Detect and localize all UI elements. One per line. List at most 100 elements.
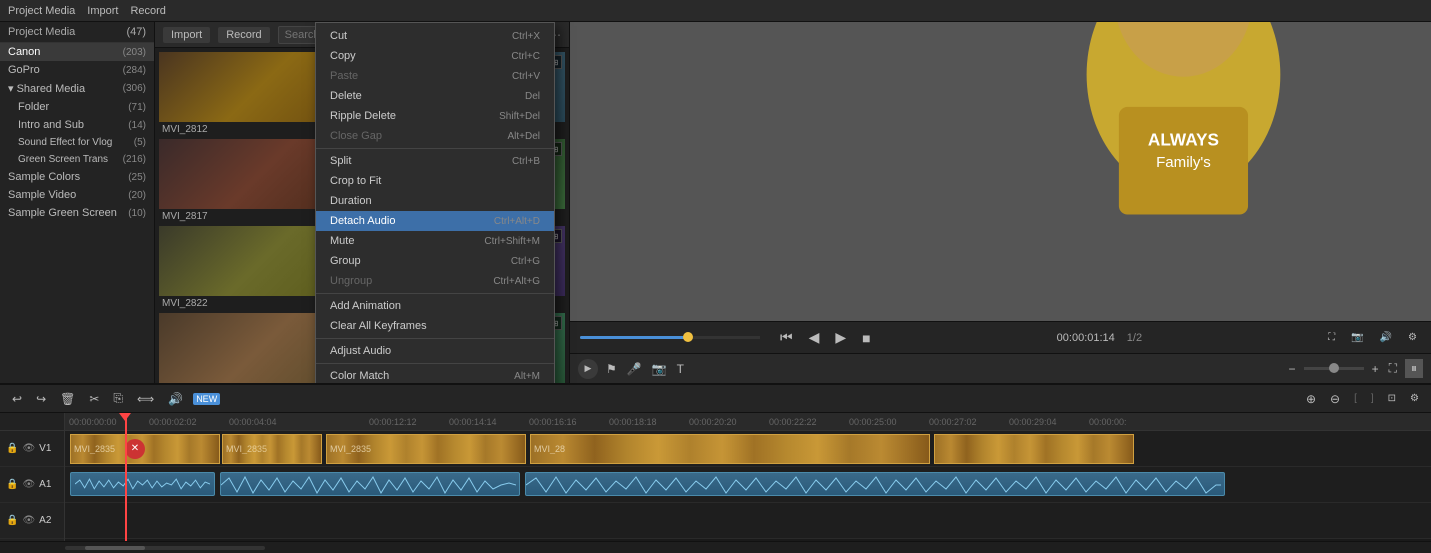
ctx-close-gap[interactable]: Close Gap Alt+Del [316, 126, 554, 146]
settings-button[interactable]: ⚙ [1404, 330, 1421, 345]
clip-mvi2835-5[interactable] [934, 434, 1134, 464]
ctx-sep1 [316, 148, 554, 149]
preview-camera-btn[interactable]: 📷 [650, 360, 669, 378]
preview-play-btn[interactable]: ▶ [578, 359, 598, 379]
import-button[interactable]: Import [163, 27, 210, 43]
ctx-ripple-delete[interactable]: Ripple Delete Shift+Del [316, 106, 554, 126]
folder-intro-sub[interactable]: Intro and Sub (14) [0, 116, 154, 134]
play-button[interactable]: ▶ [831, 327, 850, 348]
folder-gopro[interactable]: GoPro (284) [0, 61, 154, 79]
preview-time: 00:00:01:14 [1057, 332, 1115, 344]
snap-button[interactable]: ⊡ [1384, 391, 1400, 406]
import-btn[interactable]: Import [87, 5, 118, 17]
clip-mvi2835-2[interactable]: MVI_2835 [222, 434, 322, 464]
preview-video[interactable]: ALWAYS Family's [570, 22, 1431, 321]
project-media-btn[interactable]: Project Media [8, 5, 75, 17]
timeline-ruler: 00:00:00:00 00:00:02:02 00:00:04:04 00:0… [65, 413, 1431, 431]
ctx-detach-audio[interactable]: Detach Audio Ctrl+Alt+D [316, 211, 554, 231]
project-media-label: Project Media [8, 26, 75, 38]
preview-progress-bar[interactable] [580, 336, 760, 339]
ctx-duration[interactable]: Duration [316, 191, 554, 211]
magnet-button[interactable]: ⚙ [1406, 391, 1423, 406]
left-panel: Project Media (47) Canon (203) GoPro (28… [0, 22, 155, 383]
folder-folder[interactable]: Folder (71) [0, 98, 154, 116]
delete-clip-button[interactable]: 🗑 [56, 390, 79, 408]
timeline-tracks[interactable]: 00:00:00:00 00:00:02:02 00:00:04:04 00:0… [65, 413, 1431, 541]
media-grid: Import Record ⚙ ⋯ MVI_2812 ⊞ MVI_28 ⊞ MV… [155, 22, 570, 383]
timeline-body: 🔒 👁 V1 🔒 👁 A1 🔒 👁 A2 00:00:00:00 00:00:0… [0, 413, 1431, 541]
ctx-add-animation[interactable]: Add Animation [316, 296, 554, 316]
redo-button[interactable]: ↪ [32, 390, 50, 408]
preview-toolbar: ▶ ⚑ 🎤 📷 T − + ⛶ ⏸ [570, 353, 1431, 383]
preview-mic-btn[interactable]: 🎤 [625, 360, 644, 378]
audio-clip-1[interactable] [70, 472, 215, 496]
preview-person: ALWAYS Family's [570, 22, 1431, 321]
clip-mvi2835-4[interactable]: MVI_28 [530, 434, 930, 464]
folder-sample-green-screen[interactable]: Sample Green Screen (10) [0, 204, 154, 222]
record-btn[interactable]: Record [130, 5, 165, 17]
split-button[interactable]: ⟺ [133, 390, 158, 408]
marker-in: [ [1354, 393, 1357, 404]
folder-sound-effect[interactable]: Sound Effect for Vlog (5) [0, 134, 154, 151]
playhead-marker-circle: ✕ [125, 439, 145, 459]
audio-clip-2[interactable] [220, 472, 520, 496]
snapshot-button[interactable]: 📷 [1347, 330, 1367, 345]
top-bar: Project Media Import Record [0, 0, 1431, 22]
ctx-paste[interactable]: Paste Ctrl+V [316, 66, 554, 86]
ctx-group[interactable]: Group Ctrl+G [316, 251, 554, 271]
skip-back-button[interactable]: ⏮ [776, 327, 797, 348]
undo-button[interactable]: ↩ [8, 390, 26, 408]
cut-clip-button[interactable]: ✂ [85, 390, 103, 408]
ctx-sep3 [316, 338, 554, 339]
ctx-crop-to-fit[interactable]: Crop to Fit [316, 171, 554, 191]
ctx-adjust-audio[interactable]: Adjust Audio [316, 341, 554, 361]
ctx-clear-keyframes[interactable]: Clear All Keyframes [316, 316, 554, 336]
track-v1: ✕ MVI_2835 MVI_2835 MVI_2835 [65, 431, 1431, 467]
copy-clip-button[interactable]: ⎘ [109, 389, 127, 408]
ctx-sep2 [316, 293, 554, 294]
folder-sample-video[interactable]: Sample Video (20) [0, 186, 154, 204]
play-back-button[interactable]: ◀ [805, 327, 824, 348]
pause-btn[interactable]: ⏸ [1405, 359, 1423, 378]
context-menu: Cut Ctrl+X Copy Ctrl+C Paste Ctrl+V Dele… [315, 22, 555, 383]
preview-controls: ⏮ ◀ ▶ ■ 00:00:01:14 1/2 ⛶ 📷 🔊 ⚙ [570, 321, 1431, 353]
marker-out: ] [1371, 393, 1374, 404]
main-area: Project Media (47) Canon (203) GoPro (28… [0, 22, 1431, 383]
preview-text-btn[interactable]: T [675, 360, 686, 378]
new-badge: NEW [193, 393, 220, 405]
folder-green-screen-trans[interactable]: Green Screen Trans (216) [0, 151, 154, 168]
zoom-in-btn[interactable]: + [1370, 360, 1381, 378]
folder-shared-media[interactable]: ▾ Shared Media (306) [0, 79, 154, 98]
preview-flag-btn[interactable]: ⚑ [604, 360, 619, 378]
preview-svg: ALWAYS Family's [570, 22, 1431, 321]
audio-clip-3[interactable] [525, 472, 1225, 496]
ctx-split[interactable]: Split Ctrl+B [316, 151, 554, 171]
waveform-3 [526, 473, 1221, 497]
clip-mvi2835-1[interactable]: MVI_2835 [70, 434, 220, 464]
volume-button[interactable]: 🔊 [1376, 330, 1396, 345]
ctx-mute[interactable]: Mute Ctrl+Shift+M [316, 231, 554, 251]
fullscreen-button[interactable]: ⛶ [1324, 330, 1339, 345]
timeline-toolbar: ↩ ↪ 🗑 ✂ ⎘ ⟺ 🔊 NEW ⊕ ⊖ [ ] ⊡ ⚙ [0, 385, 1431, 413]
ctx-color-match[interactable]: Color Match Alt+M [316, 366, 554, 383]
timeline-scrollbar[interactable] [65, 546, 265, 550]
timeline-zoom-out-btn[interactable]: ⊖ [1326, 390, 1344, 408]
record-button[interactable]: Record [218, 27, 269, 43]
folder-canon[interactable]: Canon (203) [0, 43, 154, 61]
zoom-out-btn[interactable]: − [1287, 360, 1298, 378]
project-media-count: (47) [126, 26, 146, 38]
detach-audio-button[interactable]: 🔊 [164, 390, 187, 408]
fullscreen-expand-btn[interactable]: ⛶ [1387, 359, 1399, 378]
ctx-delete[interactable]: Delete Del [316, 86, 554, 106]
preview-area: ALWAYS Family's ⏮ ◀ ▶ ■ 00:00:01:14 1/2 … [570, 22, 1431, 383]
waveform-1 [75, 476, 210, 492]
timeline-zoom-in-btn[interactable]: ⊕ [1302, 390, 1320, 408]
clip-mvi2835-3[interactable]: MVI_2835 [326, 434, 526, 464]
stop-button[interactable]: ■ [858, 328, 874, 348]
folder-sample-colors[interactable]: Sample Colors (25) [0, 168, 154, 186]
ctx-copy[interactable]: Copy Ctrl+C [316, 46, 554, 66]
zoom-slider[interactable] [1304, 367, 1364, 370]
ctx-cut[interactable]: Cut Ctrl+X [316, 26, 554, 46]
ctx-ungroup[interactable]: Ungroup Ctrl+Alt+G [316, 271, 554, 291]
preview-fraction: 1/2 [1127, 332, 1142, 344]
